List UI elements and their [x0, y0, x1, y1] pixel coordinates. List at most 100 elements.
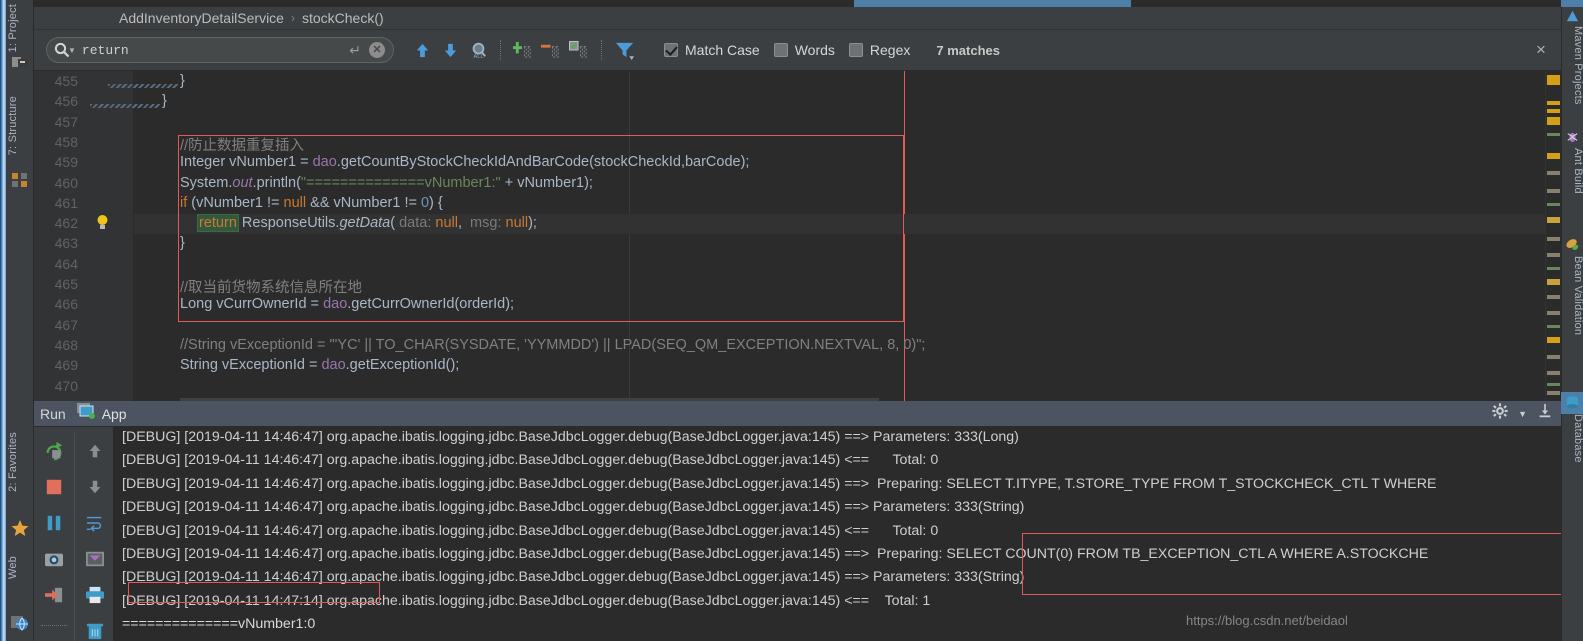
- console-debug-line[interactable]: [DEBUG] [2019-04-11 14:46:47] org.apache…: [122, 499, 1024, 515]
- search-history-icon[interactable]: ▼: [68, 46, 76, 55]
- arrow-down-icon[interactable]: [75, 469, 115, 505]
- run-tab-app[interactable]: App: [76, 402, 127, 425]
- code-line[interactable]: System.out.println("==============vNumbe…: [180, 175, 593, 191]
- code-line[interactable]: if (vNumber1 != null && vNumber1 != 0) {: [180, 195, 443, 211]
- rerun-icon[interactable]: [34, 433, 74, 469]
- regex-checkbox[interactable]: [848, 43, 863, 57]
- code-editor[interactable]: 455 456 457 458 459 460 461 462 463 464 465 466 467 4…: [34, 71, 1561, 401]
- code-line[interactable]: String vExceptionId = dao.getExceptionId…: [180, 357, 459, 373]
- export-to-file-icon[interactable]: [1537, 403, 1553, 424]
- scroll-end-icon[interactable]: [75, 541, 115, 577]
- exit-icon[interactable]: [34, 577, 74, 613]
- error-stripe-mark[interactable]: [1547, 383, 1560, 386]
- structure-icon[interactable]: [10, 170, 30, 190]
- error-stripe-mark[interactable]: [1547, 153, 1560, 159]
- match-case-option[interactable]: Match Case: [664, 42, 760, 58]
- project-icon[interactable]: [10, 52, 30, 72]
- sidebar-item-web[interactable]: Web: [7, 556, 33, 579]
- console-debug-line[interactable]: [DEBUG] [2019-04-11 14:47:14] org.apache…: [122, 593, 930, 609]
- next-occurrence-button[interactable]: [436, 36, 464, 64]
- stop-icon[interactable]: [34, 469, 74, 505]
- gear-icon[interactable]: [1492, 403, 1508, 424]
- sidebar-item-database[interactable]: Database: [1564, 414, 1583, 463]
- remove-occurrence-button[interactable]: [537, 36, 565, 64]
- fold-gutter[interactable]: [122, 71, 134, 401]
- error-stripe-mark[interactable]: [1547, 203, 1560, 206]
- breadcrumb-method[interactable]: stockCheck(): [302, 10, 384, 26]
- error-stripe-mark[interactable]: [1547, 311, 1560, 315]
- code-line[interactable]: Integer vNumber1 = dao.getCountByStockCh…: [180, 154, 749, 170]
- code-line[interactable]: return ResponseUtils.getData( data: null…: [197, 214, 537, 233]
- code-line[interactable]: }: [180, 235, 185, 251]
- sidebar-item-structure[interactable]: 7: Structure: [7, 96, 33, 155]
- camera-icon[interactable]: [34, 541, 74, 577]
- error-stripe-mark[interactable]: [1547, 189, 1560, 193]
- error-stripe-mark[interactable]: [1547, 253, 1560, 257]
- console-debug-line[interactable]: [DEBUG] [2019-04-11 14:46:47] org.apache…: [122, 523, 938, 539]
- print-icon[interactable]: [75, 577, 115, 613]
- error-stripe-mark[interactable]: [1547, 391, 1560, 395]
- code-line[interactable]: }: [90, 93, 167, 109]
- console-debug-line[interactable]: [DEBUG] [2019-04-11 14:46:47] org.apache…: [122, 546, 1428, 562]
- console-debug-line[interactable]: [DEBUG] [2019-04-11 14:46:47] org.apache…: [122, 476, 1436, 492]
- console-stdout-line[interactable]: ==============vNumber1:0: [122, 616, 315, 632]
- words-checkbox[interactable]: [773, 43, 788, 57]
- error-stripe-mark[interactable]: [1547, 133, 1560, 136]
- sidebar-item-project[interactable]: 1: Project: [7, 4, 33, 52]
- breadcrumb-class[interactable]: AddInventoryDetailService: [119, 10, 284, 26]
- console-debug-line[interactable]: [DEBUG] [2019-04-11 14:46:47] org.apache…: [122, 429, 1019, 445]
- console-debug-line[interactable]: [DEBUG] [2019-04-11 14:46:47] org.apache…: [122, 452, 938, 468]
- words-option[interactable]: Words: [773, 42, 835, 58]
- error-stripe-mark[interactable]: [1547, 337, 1560, 343]
- chevron-down-icon[interactable]: ▼: [1518, 409, 1527, 419]
- error-stripe-markers[interactable]: [1545, 71, 1561, 401]
- code-line[interactable]: //String vExceptionId = "'YC' || TO_CHAR…: [180, 337, 925, 353]
- console-debug-line[interactable]: [DEBUG] [2019-04-11 14:46:47] org.apache…: [122, 569, 1024, 585]
- find-all-button[interactable]: ALL: [464, 36, 492, 64]
- code-line[interactable]: }: [108, 73, 185, 89]
- bean-icon[interactable]: [1564, 236, 1583, 256]
- prev-occurrence-button[interactable]: [408, 36, 436, 64]
- error-stripe-mark[interactable]: [1547, 171, 1560, 175]
- web-icon[interactable]: [10, 612, 30, 632]
- error-stripe-mark[interactable]: [1547, 355, 1560, 359]
- filter-icon[interactable]: [610, 36, 638, 64]
- code-line[interactable]: Long vCurrOwnerId = dao.getCurrOwnerId(o…: [180, 296, 514, 312]
- search-input[interactable]: ▼ return ↵ ✕: [46, 37, 394, 63]
- error-stripe-mark[interactable]: [1547, 109, 1560, 113]
- error-stripe-mark[interactable]: [1547, 371, 1560, 375]
- add-occurrence-button[interactable]: [509, 36, 537, 64]
- intention-bulb-icon[interactable]: [96, 214, 109, 231]
- sidebar-item-bean-validation[interactable]: Bean Validation: [1564, 256, 1583, 335]
- error-stripe-mark[interactable]: [1547, 117, 1560, 125]
- error-stripe-mark[interactable]: [1547, 237, 1560, 241]
- maven-icon[interactable]: [1564, 8, 1583, 28]
- clear-icon[interactable]: ✕: [369, 42, 385, 58]
- error-stripe-mark[interactable]: [1547, 267, 1560, 270]
- error-stripe-mark[interactable]: [1547, 295, 1560, 299]
- star-icon[interactable]: [10, 518, 30, 538]
- code-line[interactable]: //取当前货物系统信息所在地: [180, 276, 362, 297]
- code-area[interactable]: }} //防止数据重复插入 Integer vNumber1 = dao.getCo…: [90, 71, 1561, 401]
- error-stripe-mark[interactable]: [1547, 101, 1560, 105]
- regex-option[interactable]: Regex: [848, 42, 910, 58]
- error-stripe-mark[interactable]: [1547, 217, 1560, 223]
- error-stripe-mark[interactable]: [1547, 279, 1560, 285]
- chevrons-right-icon[interactable]: »: [34, 637, 74, 641]
- soft-wrap-icon[interactable]: [75, 505, 115, 541]
- error-stripe-mark[interactable]: [1547, 75, 1560, 85]
- active-tab-indicator[interactable]: [854, 0, 1131, 7]
- sidebar-item-ant-build[interactable]: Ant Build: [1564, 148, 1583, 194]
- console-output[interactable]: [DEBUG] [2019-04-11 14:47:14] org.apache…: [114, 427, 1561, 641]
- database-icon[interactable]: [1564, 394, 1583, 414]
- pause-icon[interactable]: [34, 505, 74, 541]
- match-case-checkbox[interactable]: [664, 43, 678, 57]
- trash-icon[interactable]: [75, 613, 115, 641]
- sidebar-item-favorites[interactable]: 2: Favorites: [7, 432, 33, 492]
- close-find-icon[interactable]: ×: [1531, 40, 1551, 60]
- code-line[interactable]: //防止数据重复插入: [180, 134, 304, 155]
- arrow-up-icon[interactable]: [75, 433, 115, 469]
- error-stripe-mark[interactable]: [1547, 325, 1560, 328]
- sidebar-item-maven[interactable]: Maven Projects: [1564, 26, 1583, 105]
- select-all-occurrences-button[interactable]: [565, 36, 593, 64]
